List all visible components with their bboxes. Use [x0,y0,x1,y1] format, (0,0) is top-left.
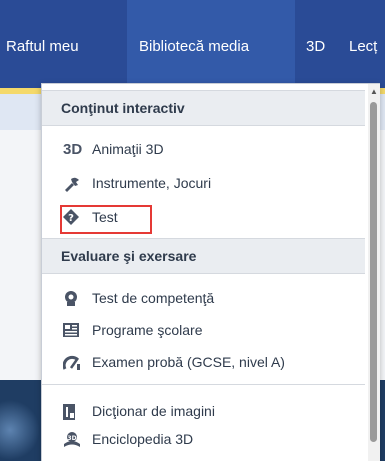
3d-badge-icon: 3D [63,141,83,158]
menu-item-3d-encyclopedia[interactable]: 3D Enciclopedia 3D [42,426,365,454]
menu-item-competency-test[interactable]: Test de competenţă [42,285,365,313]
menu-item-label: Programe şcolare [92,322,203,338]
app-window: Raftul meu Bibliotecă media 3D Lecț Conţ… [0,0,385,461]
section-header-interactive-content: Conţinut interactiv [42,90,365,126]
section-header-assessment-practice: Evaluare şi exersare [42,238,365,274]
top-navigation-bar: Raftul meu Bibliotecă media 3D Lecț [0,0,385,94]
menu-item-label: Test de competenţă [92,290,215,306]
dictionary-icon [63,404,81,420]
menu-item-picture-dictionary[interactable]: Dicţionar de imagini [42,398,365,426]
menu-item-label: Enciclopedia 3D [92,431,194,447]
menu-item-label: Examen probă (GCSE, nivel A) [92,354,285,370]
menu-item-label: Animaţii 3D [92,141,164,157]
menu-item-tools-games[interactable]: Instrumente, Jocuri [42,170,365,198]
menu-item-mock-exam[interactable]: Examen probă (GCSE, nivel A) [42,349,365,377]
menu-item-school-curricula[interactable]: Programe şcolare [42,317,365,345]
exam-icon [63,355,81,371]
competency-icon [63,291,81,307]
section-divider [42,384,365,385]
menu-item-3d-animations[interactable]: 3D Animaţii 3D [42,136,365,164]
nav-item-lessons[interactable]: Lecț [349,36,377,58]
dropdown-scrollbar-thumb[interactable] [370,102,377,442]
section-title: Evaluare şi exersare [61,248,197,264]
menu-item-label: Dicţionar de imagini [92,403,215,419]
svg-text:3D: 3D [67,435,76,442]
quiz-icon: ? [63,209,81,225]
svg-text:?: ? [68,213,74,224]
media-library-dropdown: Conţinut interactiv 3D Animaţii 3D Instr… [41,83,380,461]
nav-item-my-shelf[interactable]: Raftul meu [6,36,79,58]
curriculum-icon [63,323,81,339]
tools-icon [63,176,81,192]
section-title: Conţinut interactiv [61,100,185,116]
menu-item-label: Instrumente, Jocuri [92,175,212,191]
encyclopedia-icon: 3D [63,432,81,448]
menu-item-test[interactable]: ? Test [42,201,365,234]
nav-item-3d[interactable]: 3D [306,36,325,58]
scroll-up-arrow-icon[interactable]: ▲ [369,87,379,97]
menu-item-label: Test [92,209,118,225]
nav-item-media-library[interactable]: Bibliotecă media [139,36,249,58]
banner-decoration [0,400,40,460]
